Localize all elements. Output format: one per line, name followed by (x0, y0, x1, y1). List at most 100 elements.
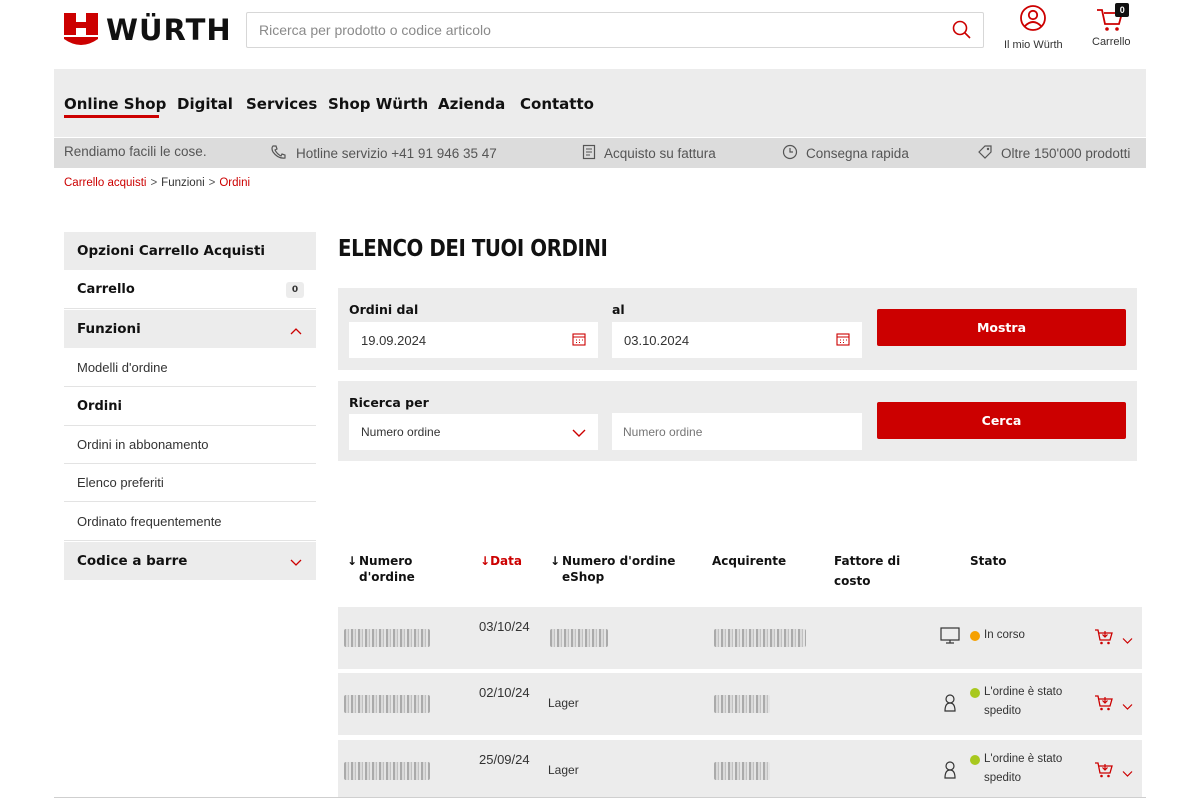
reorder-cart-icon[interactable] (1094, 692, 1114, 717)
chevron-down-icon (572, 427, 586, 441)
sidebar-item-orders[interactable]: Ordini (64, 388, 316, 426)
sidebar-cart-label: Carrello (77, 282, 135, 297)
sidebar-section-barcode[interactable]: Codice a barre (64, 542, 316, 580)
wurth-logo-mark-icon (64, 13, 98, 47)
col-cost-factor: Fattore di costo (834, 554, 901, 588)
benefit-products-text: Oltre 150'000 prodotti (1001, 146, 1131, 161)
search-bar (246, 12, 984, 48)
breadcrumb-functions[interactable]: Funzioni (161, 177, 204, 189)
search-by-value: Numero ordine (361, 425, 441, 439)
clock-icon (782, 144, 798, 163)
nav-digital[interactable]: Digital (177, 95, 233, 113)
sidebar-item-cart[interactable]: Carrello 0 (64, 271, 316, 309)
person-icon (943, 693, 957, 718)
chevron-up-icon (290, 324, 302, 335)
calendar-icon[interactable] (572, 332, 586, 349)
table-row[interactable]: 25/09/24 Lager L'ordine è stato spedito (338, 740, 1142, 797)
benefit-delivery: Consegna rapida (782, 144, 909, 163)
reorder-cart-icon[interactable] (1094, 759, 1114, 784)
show-orders-button[interactable]: Mostra (877, 309, 1126, 346)
order-status: L'ordine è stato spedito (984, 686, 1063, 717)
status-dot-shipped (970, 688, 980, 698)
redacted-order-number (344, 762, 430, 780)
order-status: L'ordine è stato spedito (984, 753, 1063, 784)
person-icon (943, 760, 957, 785)
order-date: 25/09/24 (479, 752, 530, 767)
sidebar-functions-label: Funzioni (77, 321, 141, 337)
invoice-icon (582, 144, 596, 163)
search-input[interactable] (247, 13, 937, 47)
nav-contatto[interactable]: Contatto (520, 95, 594, 113)
order-date: 02/10/24 (479, 685, 530, 700)
table-row[interactable]: 03/10/24 In corso (338, 607, 1142, 669)
col-eshop-order-number[interactable]: ↓ Numero d'ordine eShop (550, 553, 682, 585)
chevron-down-icon (290, 556, 302, 566)
redacted-buyer (714, 629, 806, 647)
status-dot-in-progress (970, 631, 980, 641)
search-by-select[interactable]: Numero ordine (349, 414, 598, 450)
nav-azienda[interactable]: Azienda (438, 95, 505, 113)
phone-icon (270, 144, 288, 163)
my-wurth-link[interactable]: Il mio Würth (1004, 4, 1063, 51)
sidebar-item-subscription-orders[interactable]: Ordini in abbonamento (64, 426, 316, 464)
sidebar-section-functions[interactable]: Funzioni (64, 310, 316, 348)
cart-count-badge: 0 (1115, 3, 1130, 17)
date-to-field[interactable]: 03.10.2024 (612, 322, 862, 358)
reorder-cart-icon[interactable] (1094, 626, 1114, 651)
tag-icon (977, 144, 993, 163)
sidebar-item-favorites[interactable]: Elenco preferiti (64, 464, 316, 502)
benefit-invoice-text: Acquisto su fattura (604, 146, 716, 161)
sort-arrow-icon: ↓ (347, 554, 358, 568)
order-number-field-wrap (612, 413, 862, 450)
redacted-order-number (344, 629, 430, 647)
nav-services[interactable]: Services (246, 95, 317, 113)
order-eshop-number: Lager (548, 763, 579, 777)
order-eshop-number: Lager (548, 696, 579, 710)
chevron-down-icon[interactable] (1122, 698, 1133, 716)
desktop-icon (940, 627, 960, 650)
breadcrumb-cart[interactable]: Carrello acquisti (64, 177, 146, 189)
breadcrumb-separator: > (150, 177, 158, 189)
order-number-input[interactable] (612, 413, 862, 450)
col-order-number[interactable]: ↓ Numero d'ordine (347, 553, 433, 585)
page-bottom-divider (54, 797, 1146, 798)
cart-link[interactable]: 0 Carrello (1092, 3, 1131, 48)
sidebar-barcode-label: Codice a barre (77, 553, 188, 569)
benefit-delivery-text: Consegna rapida (806, 146, 909, 161)
status-dot-shipped (970, 755, 980, 765)
benefit-tagline: Rendiamo facili le cose. (64, 144, 207, 159)
search-orders-button[interactable]: Cerca (877, 402, 1126, 439)
nav-shop-wurth[interactable]: Shop Würth (328, 95, 428, 113)
nav-online-shop[interactable]: Online Shop (64, 95, 166, 113)
benefit-invoice: Acquisto su fattura (582, 144, 716, 163)
redacted-buyer (714, 695, 770, 713)
page-title: ELENCO DEI TUOI ORDINI (338, 236, 608, 262)
chevron-down-icon[interactable] (1122, 765, 1133, 783)
cart-label: Carrello (1092, 36, 1131, 48)
date-from-field[interactable]: 19.09.2024 (349, 322, 598, 358)
cart-icon: 0 (1095, 3, 1130, 34)
calendar-icon[interactable] (836, 332, 850, 349)
breadcrumb: Carrello acquisti > Funzioni > Ordini (64, 177, 250, 189)
logo-wordmark: WÜRTH (106, 13, 232, 47)
col-date[interactable]: ↓Data (480, 553, 522, 569)
sort-arrow-icon: ↓ (550, 554, 561, 568)
date-to-label: al (612, 302, 625, 317)
sidebar-item-frequently-ordered[interactable]: Ordinato frequentemente (64, 503, 316, 541)
account-label: Il mio Würth (1004, 39, 1063, 51)
nav-active-indicator (64, 115, 159, 118)
wurth-logo[interactable]: WÜRTH (64, 12, 232, 48)
sidebar-cart-badge: 0 (286, 282, 304, 298)
benefit-hotline: Hotline servizio +41 91 946 35 47 (270, 144, 497, 163)
search-icon[interactable] (951, 19, 973, 41)
sidebar-item-order-templates[interactable]: Modelli d'ordine (64, 349, 316, 387)
redacted-order-number (344, 695, 430, 713)
date-to-value: 03.10.2024 (624, 332, 690, 348)
table-row[interactable]: 02/10/24 Lager L'ordine è stato spedito (338, 673, 1142, 735)
benefit-hotline-text: Hotline servizio +41 91 946 35 47 (296, 146, 497, 161)
chevron-down-icon[interactable] (1122, 632, 1133, 650)
benefit-products: Oltre 150'000 prodotti (977, 144, 1130, 163)
breadcrumb-separator: > (208, 177, 216, 189)
account-icon (1019, 4, 1047, 37)
breadcrumb-orders[interactable]: Ordini (219, 177, 250, 189)
